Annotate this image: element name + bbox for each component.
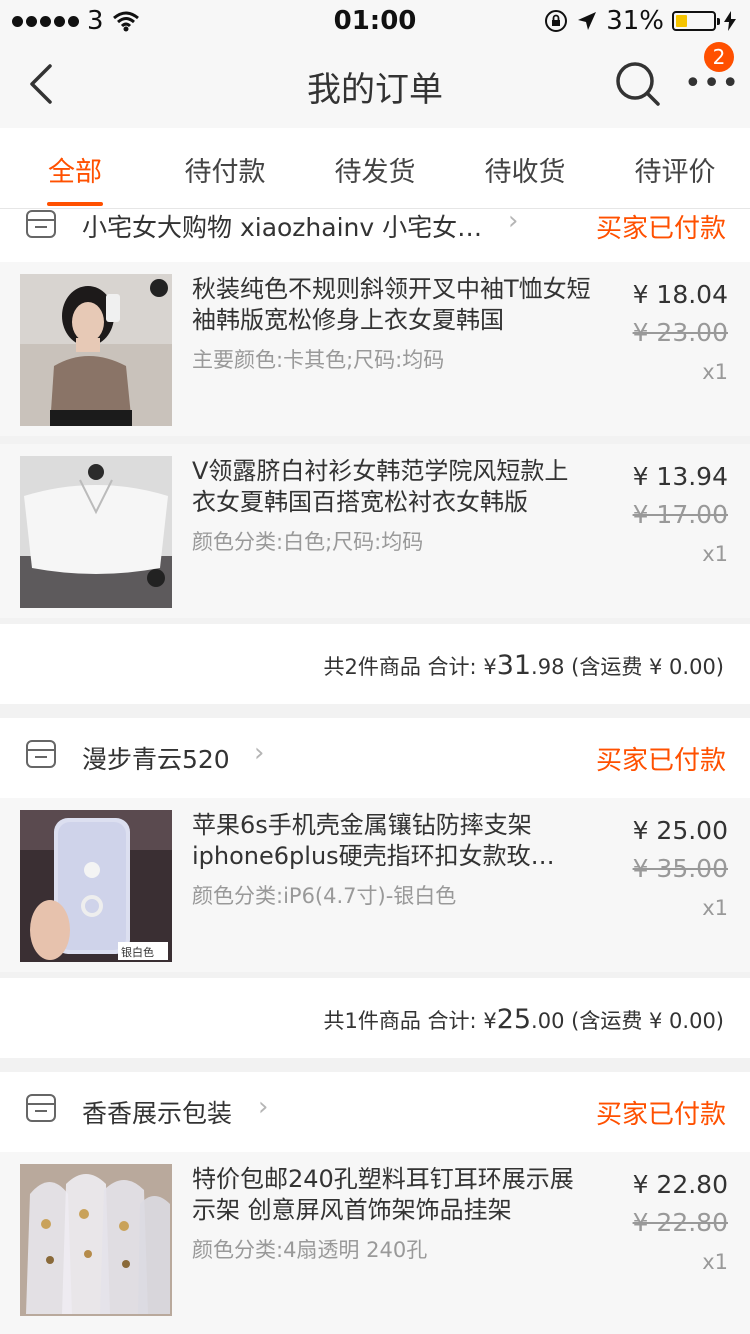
product-original-price: ¥ 23.00	[632, 318, 728, 347]
product-quantity: x1	[702, 896, 728, 920]
navigation-bar: 我的订单 ••• 2	[0, 40, 750, 128]
order-total: 共1件商品 合计: ¥25.00 (含运费 ¥ 0.00)	[323, 1004, 724, 1035]
order-summary: 共2件商品 合计: ¥31.98 (含运费 ¥ 0.00)	[0, 624, 750, 704]
battery-percent: 31%	[606, 6, 664, 36]
thumbnail-tag: 银白色	[121, 945, 154, 959]
order-status: 买家已付款	[595, 1100, 726, 1130]
shop-header[interactable]: 漫步青云520 › 买家已付款	[0, 718, 750, 798]
product-title[interactable]: 苹果6s手机壳金属镶钻防摔支架iphone6plus硬壳指环扣女款玫…	[192, 810, 592, 872]
product-quantity: x1	[702, 542, 728, 566]
product-thumbnail[interactable]: 银白色	[20, 810, 172, 962]
product-original-price: ¥ 17.00	[632, 500, 728, 529]
order-status: 买家已付款	[595, 746, 726, 776]
shop-name[interactable]: 漫步青云520	[82, 740, 230, 776]
notification-badge: 2	[704, 42, 734, 72]
total-label: 合计:	[427, 655, 477, 679]
location-icon	[578, 12, 597, 30]
product-sku: 颜色分类:iP6(4.7寸)-银白色	[192, 884, 457, 908]
item-count: 共2件商品	[323, 655, 421, 679]
status-bar: 3 01:00 31%	[0, 0, 750, 40]
rotation-lock-icon	[545, 10, 568, 32]
product-sku: 颜色分类:白色;尺码:均码	[192, 530, 424, 554]
product-price: ¥ 13.94	[632, 462, 728, 491]
tab-pending-receipt[interactable]: 待收货	[450, 150, 600, 189]
currency-symbol: ¥	[483, 655, 497, 679]
product-original-price: ¥ 35.00	[632, 854, 728, 883]
product-thumbnail[interactable]	[20, 456, 172, 608]
tab-all[interactable]: 全部	[0, 150, 150, 189]
order-item[interactable]: 秋装纯色不规则斜领开叉中袖T恤女短袖韩版宽松修身上衣女夏韩国 主要颜色:卡其色;…	[0, 262, 750, 436]
product-title[interactable]: 特价包邮240孔塑料耳钉耳环展示展示架 创意屏风首饰架饰品挂架	[192, 1164, 592, 1226]
product-thumbnail[interactable]	[20, 1164, 172, 1316]
shop-header[interactable]: 香香展示包装 › 买家已付款	[0, 1072, 750, 1152]
product-price: ¥ 18.04	[632, 280, 728, 309]
total-integer: 25	[496, 1004, 532, 1035]
product-price: ¥ 22.80	[632, 1170, 728, 1199]
product-price: ¥ 25.00	[632, 816, 728, 845]
order-tabs: 全部 待付款 待发货 待收货 待评价	[0, 128, 750, 209]
shipping-fee: (含运费 ¥ 0.00)	[571, 1009, 724, 1033]
shop-icon	[26, 210, 56, 238]
order-total: 共2件商品 合计: ¥31.98 (含运费 ¥ 0.00)	[323, 650, 724, 681]
currency-symbol: ¥	[483, 1009, 497, 1033]
product-title[interactable]: 秋装纯色不规则斜领开叉中袖T恤女短袖韩版宽松修身上衣女夏韩国	[192, 274, 592, 336]
shipping-fee: (含运费 ¥ 0.00)	[571, 655, 724, 679]
chevron-right-icon: ›	[258, 1092, 269, 1122]
item-count: 共1件商品	[323, 1009, 421, 1033]
tab-pending-shipment[interactable]: 待发货	[300, 150, 450, 189]
total-integer: 31	[496, 650, 532, 681]
tab-pending-review[interactable]: 待评价	[600, 150, 750, 189]
product-quantity: x1	[702, 360, 728, 384]
product-thumbnail[interactable]	[20, 274, 172, 426]
product-sku: 颜色分类:4扇透明 240孔	[192, 1238, 428, 1262]
shop-icon	[26, 740, 56, 768]
total-label: 合计:	[427, 1009, 477, 1033]
shop-name[interactable]: 小宅女大购物 xiaozhainv 小宅女…	[82, 209, 482, 244]
product-quantity: x1	[702, 1250, 728, 1274]
search-icon[interactable]	[614, 60, 662, 108]
order-item[interactable]: V领露脐白衬衫女韩范学院风短款上衣女夏韩国百搭宽松衬衣女韩版 颜色分类:白色;尺…	[0, 444, 750, 618]
order-item[interactable]: 银白色 苹果6s手机壳金属镶钻防摔支架iphone6plus硬壳指环扣女款玫… …	[0, 798, 750, 972]
chevron-right-icon: ›	[254, 738, 265, 768]
order-summary: 共1件商品 合计: ¥25.00 (含运费 ¥ 0.00)	[0, 978, 750, 1058]
chevron-right-icon: ›	[508, 206, 519, 236]
total-decimal: .00	[531, 1009, 565, 1033]
charging-icon	[724, 11, 736, 31]
shop-icon	[26, 1094, 56, 1122]
order-status: 买家已付款	[595, 214, 726, 244]
total-decimal: .98	[531, 655, 565, 679]
shop-name[interactable]: 香香展示包装	[82, 1094, 232, 1130]
order-item[interactable]: 特价包邮240孔塑料耳钉耳环展示展示架 创意屏风首饰架饰品挂架 颜色分类:4扇透…	[0, 1152, 750, 1334]
tab-pending-payment[interactable]: 待付款	[150, 150, 300, 189]
product-original-price: ¥ 22.80	[632, 1208, 728, 1237]
product-sku: 主要颜色:卡其色;尺码:均码	[192, 348, 445, 372]
product-title[interactable]: V领露脐白衬衫女韩范学院风短款上衣女夏韩国百搭宽松衬衣女韩版	[192, 456, 592, 518]
active-tab-indicator	[47, 202, 103, 206]
status-right: 31%	[544, 6, 736, 36]
battery-icon	[672, 11, 720, 31]
